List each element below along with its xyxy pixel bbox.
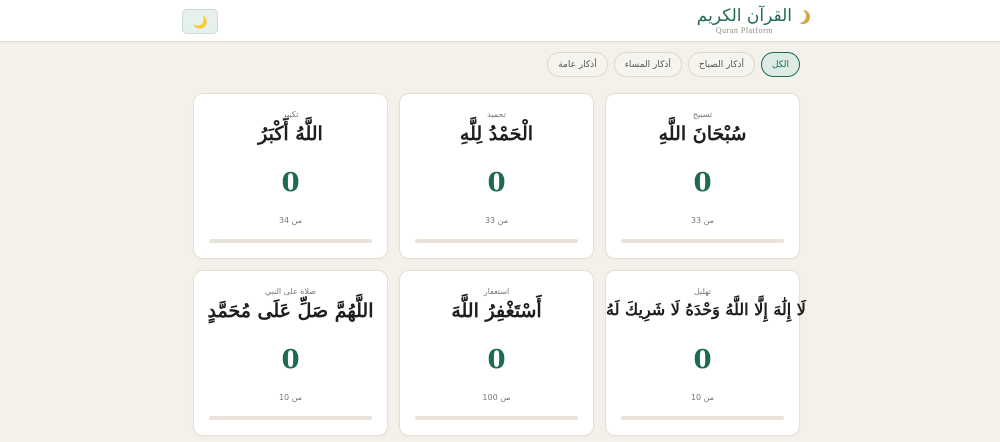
dhikr-target: من 10 (690, 393, 715, 402)
dhikr-card-tahlil[interactable]: تهليل لَا إِلَٰهَ إِلَّا اللَّهُ وَحْدَه… (605, 270, 806, 436)
filter-evening[interactable]: أذكار المساء (613, 52, 682, 77)
dhikr-count: 0 (281, 345, 300, 375)
dhikr-card-salawat[interactable]: صلاة على النبي اللَّهُمَّ صَلِّ عَلَى مُ… (193, 270, 388, 436)
category-filters: الكل أذكار الصباح أذكار المساء أذكار عام… (547, 52, 800, 77)
dhikr-count: 0 (281, 168, 300, 198)
crescent-icon (792, 9, 810, 26)
moon-icon: 🌙 (192, 14, 208, 29)
dhikr-label: صلاة على النبي (264, 287, 317, 296)
dhikr-target: من 33 (690, 216, 715, 225)
dhikr-label: تحميد (487, 110, 506, 119)
theme-toggle-button[interactable]: 🌙 (182, 9, 218, 34)
dhikr-count: 0 (487, 168, 506, 198)
progress-bar (415, 239, 578, 243)
brand-logo[interactable]: القرآن الكريم Quran Platform (697, 6, 810, 35)
progress-bar (209, 239, 372, 243)
dhikr-count: 0 (487, 345, 506, 375)
dhikr-card-tasbih[interactable]: تسبيح سُبْحَانَ اللَّهِ 0 من 33 (605, 93, 800, 259)
dhikr-text: سُبْحَانَ اللَّهِ (658, 123, 747, 145)
dhikr-target: من 33 (484, 216, 509, 225)
dhikr-card-takbir[interactable]: تكبير اللَّهُ أَكْبَرُ 0 من 34 (193, 93, 388, 259)
dhikr-label: استغفار (483, 287, 510, 296)
dhikr-label: تسبيح (692, 110, 713, 119)
dhikr-card-tahmid[interactable]: تحميد الْحَمْدُ لِلَّهِ 0 من 33 (399, 93, 594, 259)
progress-bar (621, 239, 784, 243)
dhikr-text: أَسْتَغْفِرُ اللَّهَ (451, 300, 542, 322)
progress-bar (415, 416, 578, 420)
filter-general[interactable]: أذكار عامة (547, 52, 608, 77)
brand-title: القرآن الكريم (696, 6, 792, 26)
dhikr-target: من 34 (278, 216, 303, 225)
filter-all[interactable]: الكل (760, 52, 800, 77)
dhikr-text: اللَّهُمَّ صَلِّ عَلَى مُحَمَّدٍ (207, 300, 374, 322)
filter-morning[interactable]: أذكار الصباح (687, 52, 755, 77)
progress-bar (209, 416, 372, 420)
dhikr-card-istighfar[interactable]: استغفار أَسْتَغْفِرُ اللَّهَ 0 من 100 (399, 270, 594, 436)
dhikr-label: تكبير (282, 110, 299, 119)
dhikr-grid: تسبيح سُبْحَانَ اللَّهِ 0 من 33 تحميد ال… (192, 93, 806, 436)
dhikr-target: من 100 (482, 393, 511, 402)
dhikr-text: الْحَمْدُ لِلَّهِ (459, 123, 534, 145)
progress-bar (621, 416, 784, 420)
brand-subtitle: Quran Platform (715, 26, 773, 35)
top-header: 🌙 القرآن الكريم Quran Platform (0, 0, 1000, 42)
dhikr-label: تهليل (693, 287, 712, 296)
dhikr-count: 0 (693, 345, 712, 375)
dhikr-count: 0 (693, 168, 712, 198)
dhikr-text: اللَّهُ أَكْبَرُ (258, 123, 323, 145)
dhikr-target: من 10 (278, 393, 303, 402)
dhikr-text: لَا إِلَٰهَ إِلَّا اللَّهُ وَحْدَهُ لَا … (606, 300, 806, 319)
